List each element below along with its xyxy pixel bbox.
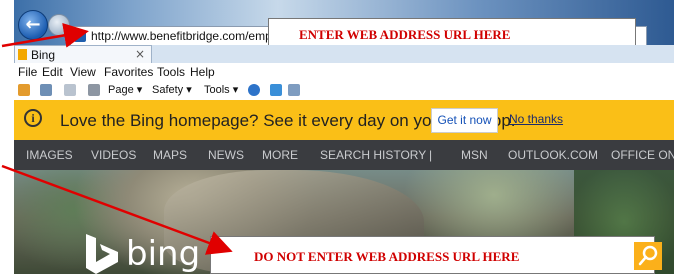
arrow-to-bing-search (1, 164, 233, 255)
annotation-arrows (1, 23, 233, 255)
arrow-to-address-bar (1, 23, 89, 48)
